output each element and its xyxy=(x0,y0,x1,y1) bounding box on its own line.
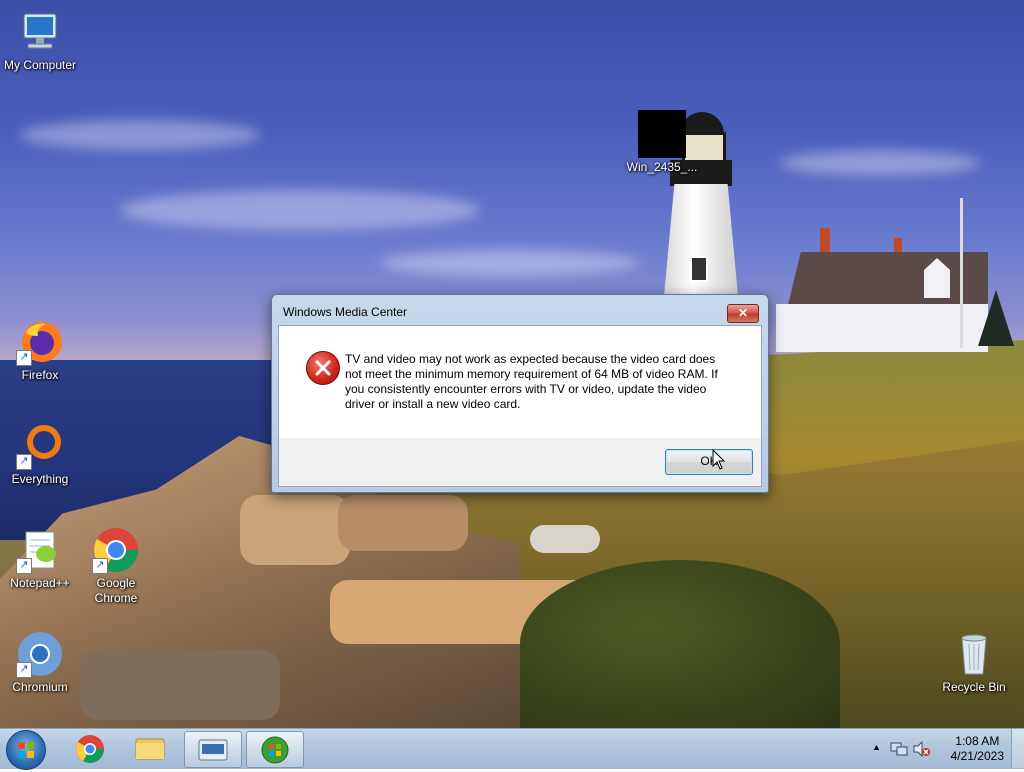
desktop-icon-label: Win_2435_... xyxy=(626,160,698,174)
shortcut-arrow-icon: ↗ xyxy=(16,558,32,574)
chrome-icon: ↗ xyxy=(92,526,140,574)
desktop-icon-everything[interactable]: ↗ Everything xyxy=(0,422,80,487)
shortcut-arrow-icon: ↗ xyxy=(16,350,32,366)
desktop-icon-notepadpp[interactable]: ↗ Notepad++ xyxy=(0,526,80,591)
media-center-icon xyxy=(261,736,289,764)
firefox-icon: ↗ xyxy=(16,318,64,366)
chrome-icon xyxy=(76,735,104,763)
shortcut-arrow-icon: ↗ xyxy=(16,454,32,470)
shortcut-arrow-icon: ↗ xyxy=(16,662,32,678)
dialog-title: Windows Media Center xyxy=(283,305,408,319)
show-hidden-icons-button[interactable]: ▲ xyxy=(872,742,881,752)
start-button[interactable] xyxy=(6,730,46,770)
volume-muted-icon[interactable] xyxy=(912,741,930,757)
taskbar-media-center-button[interactable] xyxy=(246,731,304,768)
clock-time: 1:08 AM xyxy=(955,734,1000,748)
network-icon[interactable] xyxy=(890,741,908,757)
desktop-icon-my-computer[interactable]: My Computer xyxy=(0,8,80,73)
desktop-icon-recycle-bin[interactable]: Recycle Bin xyxy=(934,630,1014,695)
taskbar: ▲ 1:08 AM 4/21/2023 xyxy=(0,728,1024,770)
desktop-icon-label: Google Chrome xyxy=(94,576,138,605)
mouse-cursor-icon xyxy=(712,448,726,474)
desktop-icon-label: My Computer xyxy=(3,58,77,72)
desktop-icon-win-file[interactable]: Win_2435_... xyxy=(622,110,702,175)
system-tray: ▲ 1:08 AM 4/21/2023 xyxy=(864,729,1024,769)
recycle-bin-icon xyxy=(950,630,998,678)
show-desktop-button[interactable] xyxy=(1011,729,1024,768)
close-button[interactable]: ✕ xyxy=(727,304,759,323)
dialog-body: TV and video may not work as expected be… xyxy=(278,325,762,487)
folder-icon xyxy=(135,738,165,760)
error-message: TV and video may not work as expected be… xyxy=(345,352,718,411)
clock-date: 4/21/2023 xyxy=(950,749,1004,763)
desktop-icon-label: Firefox xyxy=(21,368,59,382)
computer-icon xyxy=(16,8,64,56)
desktop-icon-label: Notepad++ xyxy=(10,576,70,590)
desktop-icon-firefox[interactable]: ↗ Firefox xyxy=(0,318,80,383)
desktop-icon-label: Everything xyxy=(11,472,69,486)
ok-button[interactable]: OK xyxy=(665,449,753,475)
windows-logo-icon xyxy=(18,742,34,758)
clock[interactable]: 1:08 AM 4/21/2023 xyxy=(951,734,1004,764)
taskbar-onscreen-keyboard-button[interactable] xyxy=(184,731,242,768)
desktop-icon-label: Chromium xyxy=(12,680,68,694)
everything-search-icon: ↗ xyxy=(16,422,64,470)
error-icon xyxy=(306,351,340,385)
desktop-icon-chromium[interactable]: ↗ Chromium xyxy=(0,630,80,695)
shortcut-arrow-icon: ↗ xyxy=(92,558,108,574)
keyboard-icon xyxy=(198,739,228,761)
chromium-icon: ↗ xyxy=(16,630,64,678)
taskbar-explorer-button[interactable] xyxy=(122,731,178,766)
message-area: TV and video may not work as expected be… xyxy=(279,326,761,438)
desktop-icon-label: Recycle Bin xyxy=(942,680,1006,694)
taskbar-chrome-button[interactable] xyxy=(62,731,118,766)
file-thumbnail-icon xyxy=(638,110,686,158)
message-dialog: Windows Media Center ✕ TV and video may … xyxy=(271,294,769,493)
notepadpp-icon: ↗ xyxy=(16,526,64,574)
desktop-icon-chrome[interactable]: ↗ Google Chrome xyxy=(76,526,156,606)
